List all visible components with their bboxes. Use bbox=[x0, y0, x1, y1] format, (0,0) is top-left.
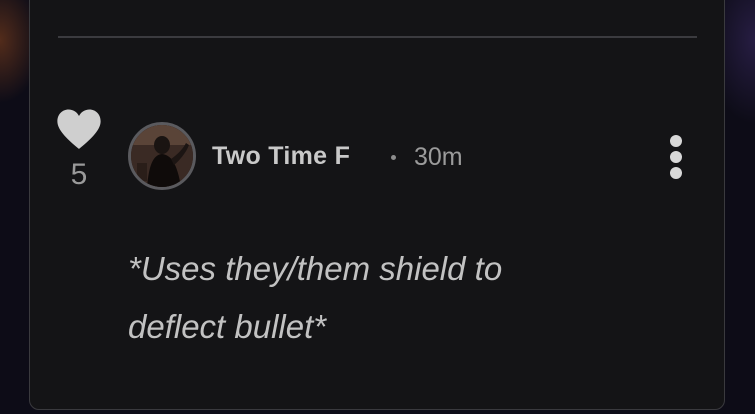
comment-body-line: *Uses they/them shield to bbox=[128, 250, 503, 287]
comment-timestamp: 30m bbox=[414, 143, 463, 171]
heart-icon[interactable] bbox=[56, 108, 102, 150]
avatar-image bbox=[131, 125, 193, 187]
more-vertical-icon-dot bbox=[670, 167, 682, 179]
like-control[interactable]: 5 bbox=[56, 108, 102, 190]
comment-divider bbox=[58, 36, 697, 38]
more-vertical-icon-dot bbox=[670, 151, 682, 163]
comment-body: *Uses they/them shield to deflect bullet… bbox=[128, 240, 688, 356]
more-vertical-icon bbox=[670, 135, 682, 147]
more-options-button[interactable] bbox=[660, 133, 692, 181]
comment-author[interactable]: Two Time F bbox=[212, 140, 350, 172]
like-count: 5 bbox=[70, 158, 88, 191]
meta-separator-dot bbox=[391, 155, 396, 160]
avatar[interactable] bbox=[128, 122, 196, 190]
comment-body-line: deflect bullet* bbox=[128, 308, 327, 345]
